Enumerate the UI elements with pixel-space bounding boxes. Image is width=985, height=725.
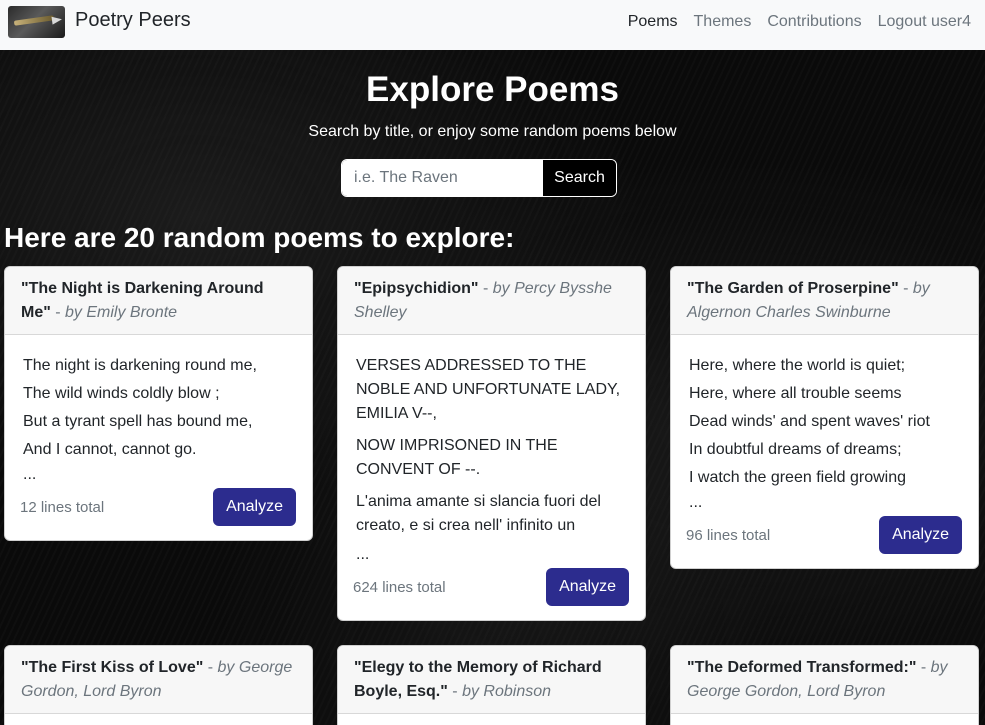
poem-title: "The Garden of Proserpine" (687, 280, 899, 297)
pen-icon (13, 15, 55, 26)
poem-title: "The Deformed Transformed:" (687, 659, 917, 676)
poem-card-body: Here, where the world is quiet; Here, wh… (671, 335, 978, 568)
poem-line: But a tyrant spell has bound me, (23, 413, 253, 430)
poem-line: Here, where all trouble seems (689, 385, 902, 402)
poem-card-footer: 624 lines total Analyze (353, 568, 629, 606)
lines-total: 624 lines total (353, 578, 446, 596)
poem-ellipsis: ... (356, 546, 370, 563)
page-title: Explore Poems (366, 70, 619, 109)
lines-total: 12 lines total (20, 498, 105, 516)
poem-card: "Epipsychidion" - by Percy Bysshe Shelle… (337, 266, 646, 621)
poem-line: The night is darkening round me, (23, 357, 257, 374)
poem-line: VERSES ADDRESSED TO THE NOBLE AND UNFORT… (356, 357, 621, 422)
poem-card-header: "The Deformed Transformed:" - by George … (671, 646, 978, 714)
poem-card-body: The night is darkening round me, The wil… (5, 335, 312, 540)
poem-card-header: "The Garden of Proserpine" - by Algernon… (671, 267, 978, 335)
poem-card-footer: 12 lines total Analyze (20, 488, 296, 526)
poem-line: Dead winds' and spent waves' riot (689, 413, 930, 430)
nav-link-themes[interactable]: Themes (694, 12, 752, 32)
poem-card-header: "Epipsychidion" - by Percy Bysshe Shelle… (338, 267, 645, 335)
poem-line: The wild winds coldly blow ; (23, 385, 220, 402)
poem-author: by Robinson (462, 683, 552, 700)
poem-card: "The Deformed Transformed:" - by George … (670, 645, 979, 725)
poem-card: "The Night is Darkening Around Me" - by … (4, 266, 313, 541)
poem-line: I watch the green field growing (689, 469, 907, 486)
analyze-button[interactable]: Analyze (213, 488, 296, 526)
poem-card-body: VERSES ADDRESSED TO THE NOBLE AND UNFORT… (338, 335, 645, 620)
analyze-button[interactable]: Analyze (879, 516, 962, 554)
brand-name[interactable]: Poetry Peers (75, 9, 191, 32)
poem-title: "Epipsychidion" (354, 280, 479, 297)
title-separator: - (898, 280, 913, 297)
nav-link-contributions[interactable]: Contributions (767, 12, 861, 32)
title-separator: - (50, 304, 66, 321)
poem-card: "The First Kiss of Love" - by George Gor… (4, 645, 313, 725)
poem-card-header: "Elegy to the Memory of Richard Boyle, E… (338, 646, 645, 714)
nav-link-poems[interactable]: Poems (628, 12, 678, 32)
section-heading: Here are 20 random poems to explore: (4, 222, 515, 253)
nav-links: Poems Themes Contributions Logout user4 (628, 12, 971, 32)
nav-link-logout[interactable]: Logout user4 (878, 12, 971, 32)
poem-card-footer: 96 lines total Analyze (686, 516, 962, 554)
poem-card-header: "The Night is Darkening Around Me" - by … (5, 267, 312, 335)
title-separator: - (916, 659, 931, 676)
navbar: Poetry Peers Poems Themes Contributions … (0, 0, 985, 50)
poem-ellipsis: ... (23, 466, 37, 483)
poem-card-header: "The First Kiss of Love" - by George Gor… (5, 646, 312, 714)
analyze-button[interactable]: Analyze (546, 568, 629, 606)
poem-author: by Emily Bronte (65, 304, 178, 321)
poem-line: NOW IMPRISONED IN THE CONVENT OF --. (356, 437, 558, 478)
pen-nib-icon (51, 15, 63, 25)
poem-card: "Elegy to the Memory of Richard Boyle, E… (337, 645, 646, 725)
poem-line: And I cannot, cannot go. (23, 441, 197, 458)
search-input[interactable] (342, 160, 542, 196)
title-separator: - (447, 683, 463, 700)
search-button[interactable]: Search (542, 160, 616, 196)
search-form: Search (341, 159, 617, 197)
poem-card: "The Garden of Proserpine" - by Algernon… (670, 266, 979, 569)
poem-line: In doubtful dreams of dreams; (689, 441, 902, 458)
title-separator: - (203, 659, 218, 676)
poem-line: Here, where the world is quiet; (689, 357, 906, 374)
poem-title: "The First Kiss of Love" (21, 659, 204, 676)
lines-total: 96 lines total (686, 526, 771, 544)
page-subtitle: Search by title, or enjoy some random po… (308, 123, 677, 140)
brand-logo[interactable] (8, 6, 65, 38)
poem-line: L'anima amante si slancia fuori del crea… (356, 493, 601, 534)
poem-ellipsis: ... (689, 494, 703, 511)
title-separator: - (478, 280, 493, 297)
